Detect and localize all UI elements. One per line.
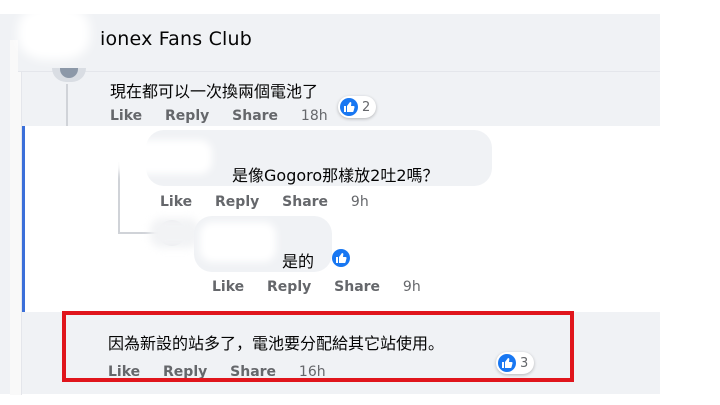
like-icon[interactable] [332, 249, 350, 267]
comment-time[interactable]: 18h [301, 108, 328, 124]
blurred-group-avatar [18, 6, 90, 60]
like-button[interactable]: Like [110, 108, 142, 124]
focus-indicator [22, 126, 25, 312]
share-button[interactable]: Share [334, 279, 380, 295]
share-button[interactable]: Share [232, 108, 278, 124]
comment-actions: Like Reply Share 9h [160, 194, 387, 210]
comment-time[interactable]: 9h [351, 194, 369, 210]
comment-actions: Like Reply Share 9h [212, 279, 439, 295]
comment-time[interactable]: 9h [403, 279, 421, 295]
blurred-avatar [150, 218, 200, 248]
comment-text: 是像Gogoro那樣放2吐2嗎？ [232, 166, 439, 185]
blurred-author-name [200, 222, 276, 262]
like-button[interactable]: Like [212, 279, 244, 295]
share-button[interactable]: Share [282, 194, 328, 210]
blurred-author-name [112, 140, 212, 174]
reaction-number: 2 [362, 99, 371, 115]
reply-button[interactable]: Reply [215, 194, 259, 210]
comment-actions: Like Reply Share 18h [110, 108, 346, 124]
reply-button[interactable]: Reply [165, 108, 209, 124]
left-strip [10, 40, 22, 395]
like-button[interactable]: Like [160, 194, 192, 210]
comment-text: 是的 [282, 252, 315, 271]
group-title[interactable]: ionex Fans Club [100, 28, 252, 50]
highlight-box [62, 311, 574, 382]
reply-button[interactable]: Reply [267, 279, 311, 295]
comment-text: 現在都可以一次換兩個電池了 [110, 82, 319, 101]
